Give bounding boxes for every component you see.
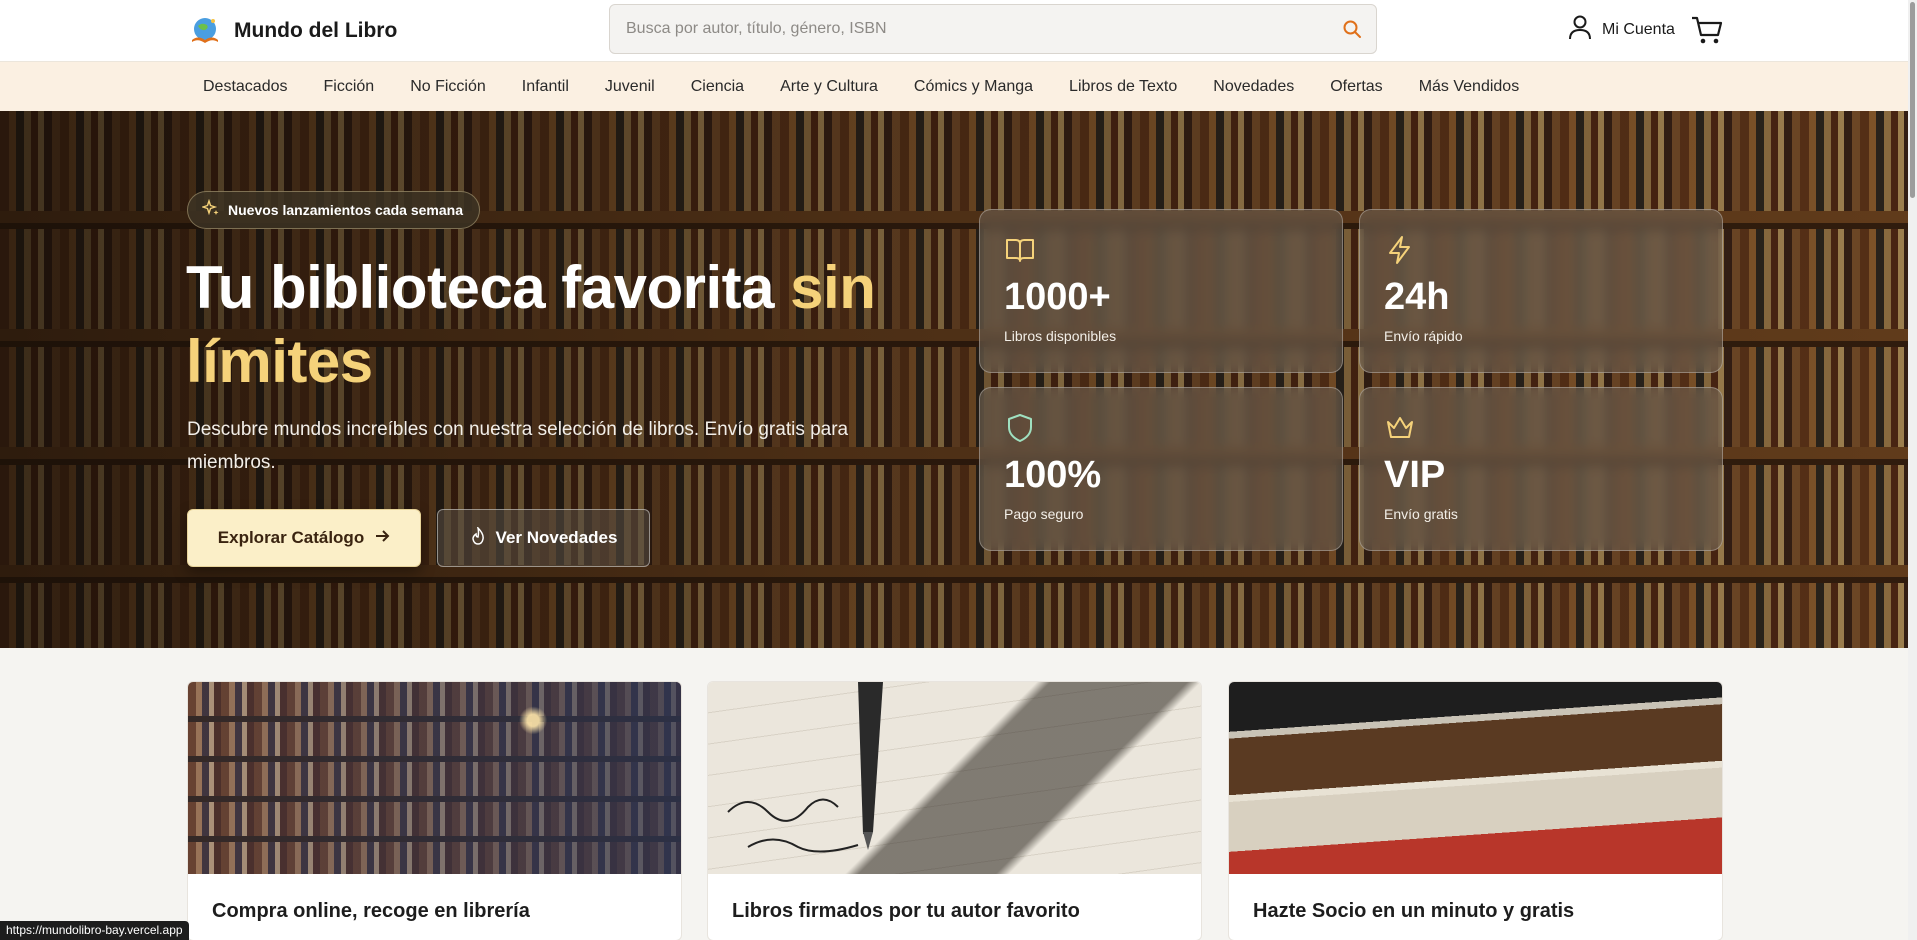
globe-book-logo-icon — [188, 14, 222, 48]
user-icon — [1568, 14, 1592, 45]
hero-title-main: Tu biblioteca favorita — [186, 254, 791, 321]
stat-value: 24h — [1384, 276, 1450, 318]
scrollbar-thumb[interactable] — [1910, 2, 1915, 198]
stat-label: Pago seguro — [1004, 506, 1084, 522]
site-header: Mundo del Libro Mi Cuenta — [0, 0, 1908, 62]
search-box — [609, 4, 1377, 54]
promo-card-click-collect[interactable]: Compra online, recoge en librería — [187, 681, 682, 940]
stat-card-vip: VIP Envío gratis — [1359, 387, 1723, 551]
stat-value: 100% — [1004, 454, 1102, 496]
nav-item-juvenil[interactable]: Juvenil — [605, 78, 655, 96]
promo-card-title: Libros firmados por tu autor favorito — [732, 900, 1080, 922]
hero-subtitle: Descubre mundos increíbles con nuestra s… — [187, 419, 849, 473]
search-input[interactable] — [626, 5, 1326, 53]
promo-card-title: Hazte Socio en un minuto y gratis — [1253, 900, 1575, 922]
book-open-icon — [1004, 234, 1036, 266]
nav-item-ficcion[interactable]: Ficción — [324, 78, 375, 96]
hero-title: Tu biblioteca favorita sin límites — [186, 251, 966, 399]
stat-label: Libros disponibles — [1004, 328, 1117, 344]
flame-icon — [470, 525, 486, 550]
stat-card-shipping: 24h Envío rápido — [1359, 209, 1723, 373]
status-bar-url: https://mundolibro-bay.vercel.app — [0, 921, 189, 940]
shield-icon — [1004, 412, 1036, 444]
crown-icon — [1384, 412, 1416, 444]
badge-text: Nuevos lanzamientos cada semana — [228, 202, 463, 218]
stat-card-secure-payment: 100% Pago seguro — [979, 387, 1343, 551]
cart-icon[interactable] — [1690, 13, 1724, 47]
stat-value: 1000+ — [1004, 276, 1111, 318]
stat-label: Envío rápido — [1384, 328, 1463, 344]
book-stack-image — [1229, 682, 1722, 874]
nav-item-arte-cultura[interactable]: Arte y Cultura — [780, 78, 878, 96]
lightning-icon — [1384, 234, 1416, 266]
search-icon[interactable] — [1342, 19, 1362, 39]
new-releases-badge: Nuevos lanzamientos cada semana — [187, 191, 480, 229]
sparkle-icon — [200, 198, 220, 222]
nav-item-ciencia[interactable]: Ciencia — [691, 78, 744, 96]
account-link[interactable]: Mi Cuenta — [1568, 14, 1675, 45]
nav-item-mas-vendidos[interactable]: Más Vendidos — [1419, 78, 1520, 96]
explore-catalog-button[interactable]: Explorar Catálogo — [187, 509, 421, 567]
nav-item-no-ficcion[interactable]: No Ficción — [410, 78, 486, 96]
stat-value: VIP — [1384, 454, 1446, 496]
promo-card-membership[interactable]: Hazte Socio en un minuto y gratis — [1228, 681, 1723, 940]
promo-card-title: Compra online, recoge en librería — [212, 900, 530, 922]
library-shelves-image — [188, 682, 681, 874]
brand-logo[interactable]: Mundo del Libro — [188, 14, 397, 48]
brand-name: Mundo del Libro — [234, 19, 398, 42]
category-nav: Destacados Ficción No Ficción Infantil J… — [0, 62, 1908, 111]
fountain-pen-image — [708, 682, 1201, 874]
hero-banner: Nuevos lanzamientos cada semana Tu bibli… — [0, 111, 1908, 648]
fountain-pen-icon — [727, 682, 883, 853]
nav-item-destacados[interactable]: Destacados — [203, 78, 288, 96]
view-new-releases-button[interactable]: Ver Novedades — [437, 509, 650, 567]
explore-catalog-label: Explorar Catálogo — [217, 528, 365, 547]
nav-item-comics-manga[interactable]: Cómics y Manga — [914, 78, 1033, 96]
stat-label: Envío gratis — [1384, 506, 1458, 522]
view-new-releases-label: Ver Novedades — [495, 528, 618, 547]
arrow-right-icon — [374, 528, 390, 549]
nav-item-novedades[interactable]: Novedades — [1213, 78, 1294, 96]
promo-card-signed-books[interactable]: Libros firmados por tu autor favorito — [707, 681, 1202, 940]
nav-item-ofertas[interactable]: Ofertas — [1330, 78, 1382, 96]
nav-item-libros-texto[interactable]: Libros de Texto — [1069, 78, 1177, 96]
nav-item-infantil[interactable]: Infantil — [522, 78, 569, 96]
stat-card-books: 1000+ Libros disponibles — [979, 209, 1343, 373]
account-label: Mi Cuenta — [1602, 20, 1675, 38]
